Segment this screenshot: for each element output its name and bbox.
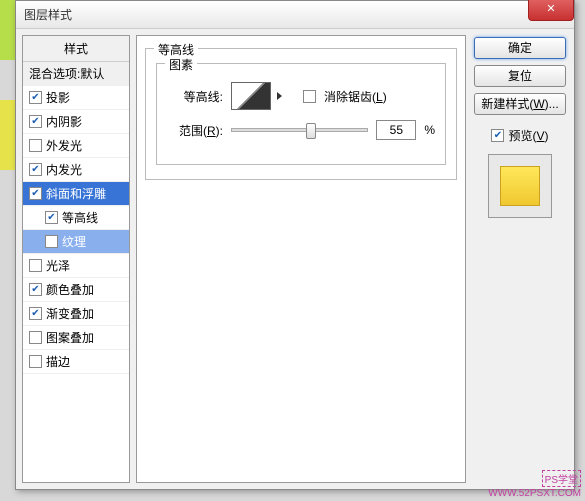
styles-list: 样式 混合选项:默认 投影内阴影外发光内发光斜面和浮雕等高线纹理光泽颜色叠加渐变… bbox=[22, 35, 130, 483]
antialias-label: 消除锯齿(L) bbox=[324, 88, 387, 105]
watermark-text-1: PS学堂 bbox=[542, 470, 581, 487]
element-subgroup-label: 图素 bbox=[165, 56, 197, 73]
style-checkbox[interactable] bbox=[45, 211, 58, 224]
style-item-label: 内阴影 bbox=[46, 113, 82, 130]
reset-button[interactable]: 复位 bbox=[474, 65, 566, 87]
range-label: 范围(R): bbox=[167, 122, 223, 139]
style-item-label: 颜色叠加 bbox=[46, 281, 94, 298]
element-subgroup: 图素 等高线: 消除锯齿(L) 范围(R): % bbox=[156, 63, 446, 165]
styles-header: 样式 bbox=[23, 36, 129, 62]
style-item-label: 图案叠加 bbox=[46, 329, 94, 346]
style-item[interactable]: 等高线 bbox=[23, 206, 129, 230]
dialog-title: 图层样式 bbox=[24, 6, 72, 23]
style-item[interactable]: 纹理 bbox=[23, 230, 129, 254]
style-checkbox[interactable] bbox=[29, 259, 42, 272]
style-item[interactable]: 渐变叠加 bbox=[23, 302, 129, 326]
contour-picker[interactable] bbox=[231, 82, 271, 110]
style-item[interactable]: 斜面和浮雕 bbox=[23, 182, 129, 206]
style-item[interactable]: 描边 bbox=[23, 350, 129, 374]
preview-label: 预览(V) bbox=[508, 127, 548, 144]
preview-swatch bbox=[500, 166, 540, 206]
settings-panel: 等高线 图素 等高线: 消除锯齿(L) 范围(R): bbox=[136, 35, 466, 483]
style-item-label: 等高线 bbox=[62, 209, 98, 226]
antialias-checkbox[interactable] bbox=[303, 90, 316, 103]
style-item[interactable]: 图案叠加 bbox=[23, 326, 129, 350]
style-item-label: 描边 bbox=[46, 353, 70, 370]
close-button[interactable]: ✕ bbox=[528, 0, 574, 21]
preview-checkbox[interactable] bbox=[491, 129, 504, 142]
style-checkbox[interactable] bbox=[29, 283, 42, 296]
style-item-label: 投影 bbox=[46, 89, 70, 106]
style-checkbox[interactable] bbox=[29, 307, 42, 320]
style-item-label: 斜面和浮雕 bbox=[46, 185, 106, 202]
percent-label: % bbox=[424, 123, 435, 137]
blend-options-item[interactable]: 混合选项:默认 bbox=[23, 62, 129, 86]
watermark-text-2: WWW.52PSXT.COM bbox=[488, 488, 581, 499]
style-checkbox[interactable] bbox=[29, 163, 42, 176]
layer-style-dialog: 图层样式 ✕ 样式 混合选项:默认 投影内阴影外发光内发光斜面和浮雕等高线纹理光… bbox=[15, 0, 575, 490]
style-checkbox[interactable] bbox=[29, 187, 42, 200]
action-panel: 确定 复位 新建样式(W)... 预览(V) bbox=[472, 35, 568, 483]
style-item-label: 光泽 bbox=[46, 257, 70, 274]
contour-label: 等高线: bbox=[167, 88, 223, 105]
new-style-button[interactable]: 新建样式(W)... bbox=[474, 93, 566, 115]
style-item[interactable]: 内发光 bbox=[23, 158, 129, 182]
style-item-label: 渐变叠加 bbox=[46, 305, 94, 322]
preview-row: 预览(V) bbox=[491, 127, 548, 144]
style-item[interactable]: 内阴影 bbox=[23, 110, 129, 134]
style-checkbox[interactable] bbox=[29, 355, 42, 368]
titlebar[interactable]: 图层样式 ✕ bbox=[16, 1, 574, 29]
style-item[interactable]: 投影 bbox=[23, 86, 129, 110]
style-checkbox[interactable] bbox=[29, 115, 42, 128]
style-item[interactable]: 外发光 bbox=[23, 134, 129, 158]
style-item-label: 内发光 bbox=[46, 161, 82, 178]
range-slider[interactable] bbox=[231, 128, 368, 132]
style-item[interactable]: 颜色叠加 bbox=[23, 278, 129, 302]
style-item-label: 外发光 bbox=[46, 137, 82, 154]
ok-button[interactable]: 确定 bbox=[474, 37, 566, 59]
preview-box bbox=[488, 154, 552, 218]
range-slider-thumb[interactable] bbox=[306, 123, 316, 139]
style-checkbox[interactable] bbox=[29, 331, 42, 344]
style-checkbox[interactable] bbox=[29, 139, 42, 152]
style-item[interactable]: 光泽 bbox=[23, 254, 129, 278]
style-checkbox[interactable] bbox=[29, 91, 42, 104]
range-input[interactable] bbox=[376, 120, 416, 140]
style-item-label: 纹理 bbox=[62, 233, 86, 250]
style-checkbox[interactable] bbox=[45, 235, 58, 248]
contour-group: 等高线 图素 等高线: 消除锯齿(L) 范围(R): bbox=[145, 48, 457, 180]
